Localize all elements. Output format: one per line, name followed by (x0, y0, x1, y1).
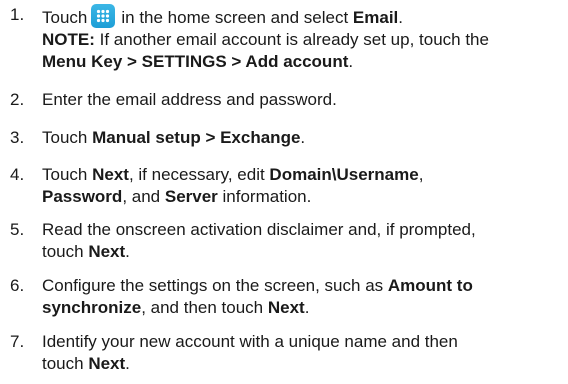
text-run: touch (42, 354, 89, 373)
step-line: Touch Next, if necessary, edit Domain\Us… (42, 164, 562, 186)
text-run: , and (122, 187, 165, 206)
note-label: NOTE: (42, 30, 95, 49)
step-line: synchronize, and then touch Next. (42, 297, 562, 319)
text-run: . (304, 298, 310, 317)
bold-term: Password (42, 187, 123, 206)
step-line: Menu Key > SETTINGS > Add account. (42, 51, 562, 73)
text-run: in the home screen and select (121, 8, 349, 27)
step-number: 5. (10, 220, 25, 239)
bold-term: Next (88, 354, 126, 373)
step-number: 6. (10, 276, 25, 295)
step-line: Enter the email address and password. (42, 90, 337, 109)
bold-term: synchronize (42, 298, 142, 317)
step-number: 3. (10, 128, 25, 147)
step-line: Configure the settings on the screen, su… (42, 275, 562, 297)
step-number: 1. (10, 5, 25, 24)
bold-term: Next (267, 298, 305, 317)
text-run: Touch (42, 8, 88, 27)
step-text: Read the onscreen activation disclaimer … (42, 219, 562, 263)
text-run: . (398, 8, 404, 27)
bold-term: Next (92, 165, 129, 184)
text-run: , and then touch (141, 298, 268, 317)
text-run: . (300, 128, 306, 147)
text-run: . (125, 242, 130, 261)
text-run: touch (42, 242, 89, 261)
step-line: Read the onscreen activation disclaimer … (42, 220, 476, 239)
step-number: 4. (10, 165, 25, 184)
step-line: Password, and Server information. (42, 186, 562, 208)
bold-term: Amount to (387, 276, 473, 295)
text-run: . (348, 52, 354, 71)
text-run: If another email account is already set … (94, 30, 489, 49)
text-run: Touch (42, 165, 93, 184)
step-number: 2. (10, 90, 25, 109)
apps-grid-icon (91, 4, 116, 28)
note-line: NOTE: If another email account is alread… (42, 29, 562, 51)
text-run: , if necessary, edit (128, 165, 270, 184)
bold-term: Next (88, 242, 126, 261)
step-text: Configure the settings on the screen, su… (42, 275, 562, 319)
text-run: . (125, 354, 130, 373)
bold-term: Manual setup > Exchange (92, 128, 301, 147)
step-number: 7. (10, 332, 25, 351)
step-line: touch Next. (42, 353, 562, 375)
step-line: touch Next. (42, 241, 562, 263)
step-text: Touch Next, if necessary, edit Domain\Us… (42, 164, 562, 208)
text-run: information. (217, 187, 312, 206)
text-run: , (418, 165, 424, 184)
bold-term: Server (164, 187, 218, 206)
step-text: Identify your new account with a unique … (42, 331, 562, 375)
bold-term: Menu Key > SETTINGS > Add account (42, 52, 349, 71)
step-text: Touch Manual setup > Exchange. (42, 127, 562, 149)
step-text: Touch in the home screen and select Email… (42, 4, 562, 73)
step-line: Touch Manual setup > Exchange. (42, 127, 562, 149)
text-run: Configure the settings on the screen, su… (42, 276, 388, 295)
step-line: Touch in the home screen and select Email… (42, 4, 562, 29)
text-run: Touch (42, 128, 93, 147)
bold-term: Domain\Username (269, 165, 419, 184)
step-line: Identify your new account with a unique … (42, 332, 458, 351)
step-text: Enter the email address and password. (42, 89, 562, 111)
bold-term: Email (352, 8, 399, 27)
